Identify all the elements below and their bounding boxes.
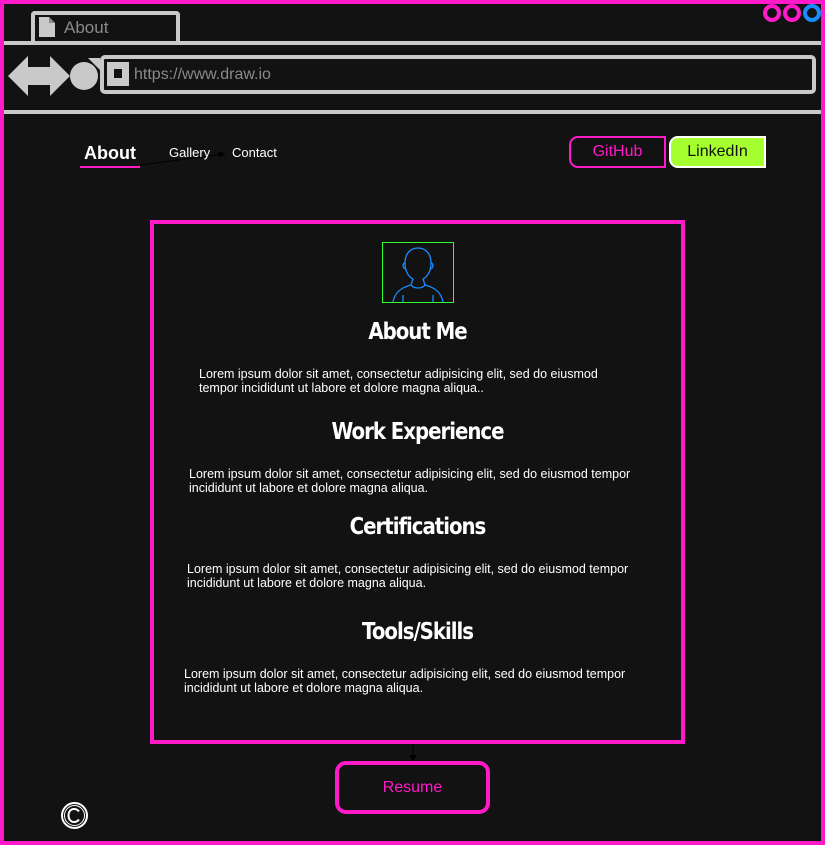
resume-connector-arrow [409, 744, 417, 761]
linkedin-button[interactable]: LinkedIn [669, 136, 766, 168]
minimize-button[interactable] [763, 4, 781, 22]
back-arrow-icon[interactable] [8, 56, 40, 96]
github-button[interactable]: GitHub [569, 136, 666, 168]
section-title-certifications: Certifications [349, 514, 487, 540]
section-title-work-experience: Work Experience [331, 419, 504, 445]
section-text-about-me: Lorem ipsum dolor sit amet, consectetur … [199, 367, 598, 395]
address-bar-url[interactable]: https://www.draw.io [134, 66, 271, 84]
user-avatar-icon [382, 242, 454, 303]
resume-button[interactable]: Resume [335, 761, 490, 814]
copyright-icon [61, 802, 88, 829]
chrome-divider-top [4, 41, 821, 45]
section-text-work-experience: Lorem ipsum dolor sit amet, consectetur … [189, 467, 631, 495]
reload-icon[interactable] [70, 58, 100, 90]
maximize-button[interactable] [783, 4, 801, 22]
browser-nav-controls [8, 56, 100, 96]
nav-link-contact[interactable]: Contact [232, 145, 277, 160]
tab-title: About [64, 18, 109, 37]
nav-link-about[interactable]: About [84, 143, 136, 164]
lock-icon [107, 62, 129, 86]
section-text-certifications: Lorem ipsum dolor sit amet, consectetur … [187, 562, 629, 590]
chrome-divider-bottom [4, 110, 821, 114]
window-controls [763, 4, 821, 22]
section-title-tools-skills: Tools/Skills [362, 619, 474, 645]
close-button[interactable] [803, 4, 821, 22]
document-icon [39, 17, 55, 37]
section-text-tools-skills: Lorem ipsum dolor sit amet, consectetur … [184, 667, 626, 695]
forward-arrow-icon[interactable] [38, 56, 70, 96]
section-title-about-me: About Me [368, 319, 467, 345]
nav-link-gallery[interactable]: Gallery [169, 145, 210, 160]
